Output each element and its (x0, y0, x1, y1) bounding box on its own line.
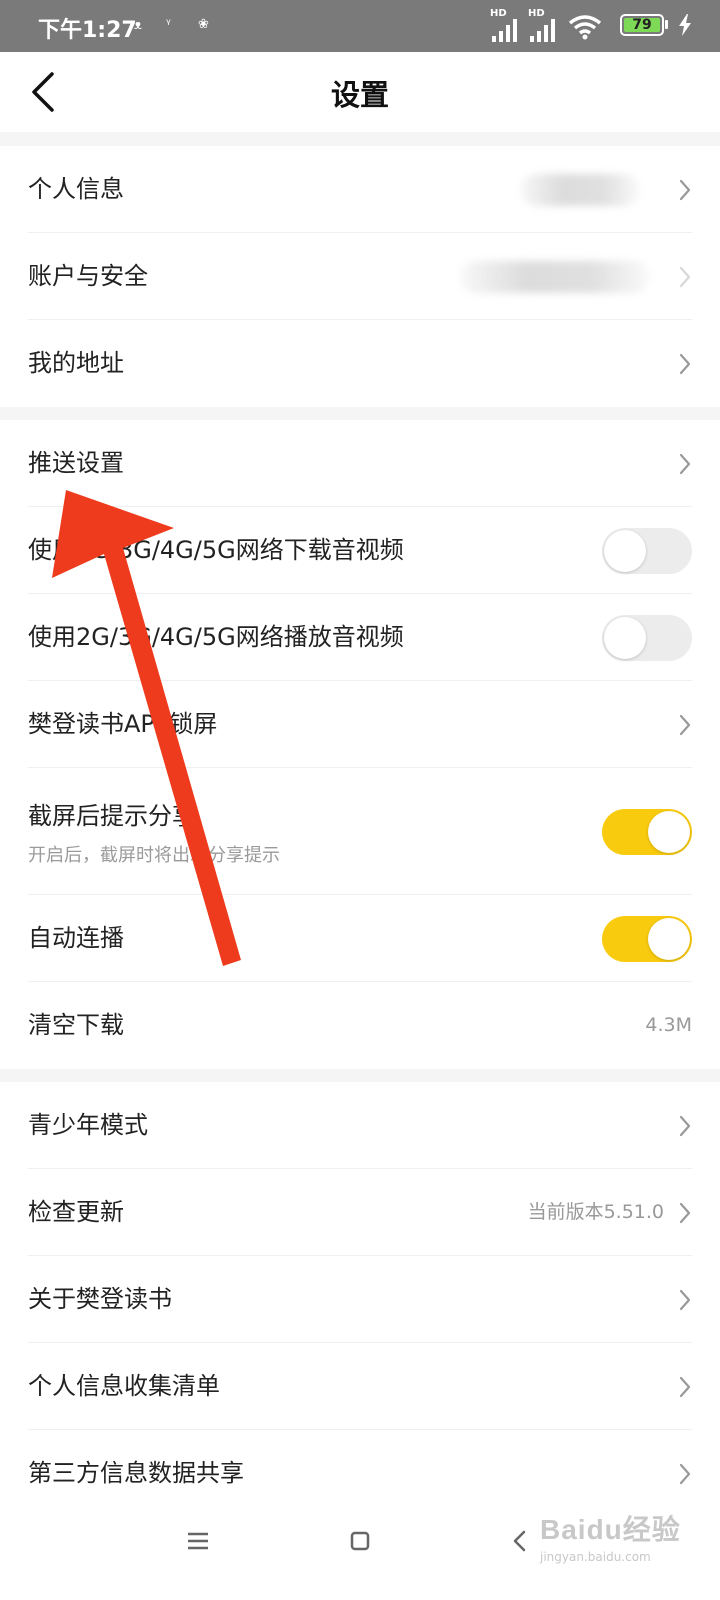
settings-row-push[interactable]: 推送设置 (0, 420, 720, 507)
row-label: 使用2G/3G/4G/5G网络播放音视频 (28, 623, 404, 651)
status-bar: 下午1:27 ᴥ ᵞ ❀ HD HD 79 (0, 0, 720, 52)
battery-icon: 79 (620, 14, 664, 36)
settings-row-info-collection[interactable]: 个人信息收集清单 (0, 1343, 720, 1430)
preferences-section: 推送设置 使用2G/3G/4G/5G网络下载音视频 使用2G/3G/4G/5G网… (0, 420, 720, 1069)
notification-icon: ᴥ (134, 18, 142, 33)
autoplay-toggle[interactable] (602, 916, 692, 962)
row-label: 个人信息收集清单 (28, 1372, 220, 1400)
battery-percent: 79 (632, 17, 652, 33)
menu-icon (188, 1532, 208, 1550)
baidu-watermark: Baidu经验 jingyan.baidu.com (540, 1508, 681, 1564)
row-label: 关于樊登读书 (28, 1285, 172, 1313)
row-label: 自动连播 (28, 924, 124, 952)
system-nav-bar: Baidu经验 jingyan.baidu.com (0, 1486, 720, 1600)
watermark-site: jingyan.baidu.com (540, 1550, 651, 1564)
row-description: 开启后，截屏时将出现分享提示 (28, 845, 280, 866)
settings-row-screenshot-share: 截屏后提示分享 开启后，截屏时将出现分享提示 (0, 768, 720, 895)
notification-icon: ❀ (198, 17, 209, 32)
row-label: 使用2G/3G/4G/5G网络下载音视频 (28, 536, 404, 564)
row-label: 检查更新 (28, 1198, 124, 1226)
row-label: 青少年模式 (28, 1111, 148, 1139)
settings-row-clear-downloads[interactable]: 清空下载 4.3M (0, 982, 720, 1069)
chevron-right-icon (679, 1202, 691, 1224)
chevron-right-icon (679, 1463, 691, 1485)
battery-tip (665, 20, 668, 29)
blurred-value (520, 174, 640, 206)
download-size: 4.3M (645, 1014, 692, 1036)
row-label: 清空下载 (28, 1011, 124, 1039)
chevron-right-icon (679, 1289, 691, 1311)
row-label: 推送设置 (28, 449, 124, 477)
blurred-value (460, 261, 650, 293)
settings-row-autoplay: 自动连播 (0, 895, 720, 982)
row-label: 我的地址 (28, 349, 124, 377)
row-label: 个人信息 (28, 175, 124, 203)
chevron-right-icon (679, 714, 691, 736)
row-label: 截屏后提示分享 (28, 802, 196, 830)
chevron-right-icon (679, 179, 691, 201)
settings-row-mobile-playback: 使用2G/3G/4G/5G网络播放音视频 (0, 594, 720, 681)
settings-row-mobile-download: 使用2G/3G/4G/5G网络下载音视频 (0, 507, 720, 594)
settings-row-account-security[interactable]: 账户与安全 (0, 233, 720, 320)
home-button[interactable] (330, 1512, 390, 1572)
app-header: 设置 (0, 52, 720, 132)
charging-icon (679, 14, 691, 36)
settings-row-lock-screen[interactable]: 樊登读书APP锁屏 (0, 681, 720, 768)
status-time: 下午1:27 (38, 18, 137, 43)
notification-icon: ᵞ (166, 17, 171, 32)
settings-row-about[interactable]: 关于樊登读书 (0, 1256, 720, 1343)
signal-icon (530, 19, 555, 42)
screenshot-share-toggle[interactable] (602, 809, 692, 855)
chevron-right-icon (679, 453, 691, 475)
signal-icon (492, 19, 517, 42)
settings-row-personal-info[interactable]: 个人信息 (0, 146, 720, 233)
about-section: 青少年模式 检查更新 当前版本5.51.0 关于樊登读书 个人信息收集清单 第三… (0, 1082, 720, 1517)
home-icon (350, 1531, 370, 1551)
settings-row-my-address[interactable]: 我的地址 (0, 320, 720, 407)
mobile-download-toggle[interactable] (602, 528, 692, 574)
account-section: 个人信息 账户与安全 我的地址 (0, 146, 720, 407)
mobile-playback-toggle[interactable] (602, 615, 692, 661)
menu-button[interactable] (168, 1512, 228, 1572)
page-title: 设置 (330, 78, 389, 112)
wifi-icon (568, 15, 602, 40)
settings-row-check-update[interactable]: 检查更新 当前版本5.51.0 (0, 1169, 720, 1256)
chevron-right-icon (679, 353, 691, 375)
row-label: 账户与安全 (28, 262, 148, 290)
version-text: 当前版本5.51.0 (527, 1201, 664, 1223)
row-label: 樊登读书APP锁屏 (28, 710, 218, 738)
chevron-right-icon (679, 1115, 691, 1137)
settings-row-teen-mode[interactable]: 青少年模式 (0, 1082, 720, 1169)
watermark-brand: Baidu经验 (540, 1514, 681, 1545)
chevron-right-icon (679, 1376, 691, 1398)
chevron-right-icon (679, 266, 691, 288)
